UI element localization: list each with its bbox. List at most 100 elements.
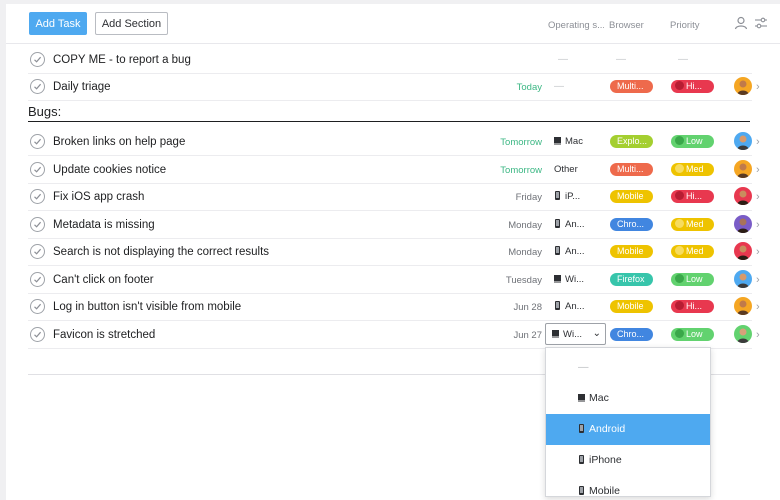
avatar[interactable] [734, 132, 752, 150]
os-value[interactable]: iP... [554, 191, 604, 202]
avatar[interactable] [734, 187, 752, 205]
task-name[interactable]: Update cookies notice [53, 164, 166, 176]
chevron-right-icon[interactable]: › [756, 164, 760, 176]
browser-pill[interactable]: Multi... [610, 163, 653, 176]
browser-pill[interactable]: Chro... [610, 328, 653, 341]
chevron-right-icon[interactable]: › [756, 329, 760, 341]
browser-pill[interactable]: Firefox [610, 273, 653, 286]
os-value[interactable]: Wi... [554, 274, 604, 285]
os-value[interactable]: An... [554, 219, 604, 230]
section-header[interactable]: Bugs: [28, 104, 750, 122]
complete-checkbox-icon[interactable] [30, 272, 45, 287]
task-row[interactable]: Broken links on help page Tomorrow Mac E… [28, 128, 760, 156]
task-name[interactable]: Metadata is missing [53, 219, 155, 231]
complete-checkbox-icon[interactable] [30, 52, 45, 67]
os-value[interactable]: An... [554, 246, 604, 257]
complete-checkbox-icon[interactable] [30, 134, 45, 149]
os-empty[interactable]: — [558, 54, 568, 65]
add-task-button[interactable]: Add Task [29, 12, 87, 35]
due-date[interactable]: Tomorrow [500, 165, 542, 176]
complete-checkbox-icon[interactable] [30, 79, 45, 94]
due-date[interactable]: Jun 28 [513, 302, 542, 313]
column-header-os[interactable]: Operating s... [548, 20, 604, 31]
browser-empty[interactable]: — [616, 54, 626, 65]
avatar[interactable] [734, 270, 752, 288]
chevron-right-icon[interactable]: › [756, 246, 760, 258]
task-name[interactable]: Search is not displaying the correct res… [53, 246, 269, 258]
complete-checkbox-icon[interactable] [30, 189, 45, 204]
due-date[interactable]: Monday [508, 220, 542, 231]
priority-pill[interactable]: Med [671, 163, 714, 176]
os-value[interactable]: An... [554, 301, 604, 312]
due-date[interactable]: Monday [508, 247, 542, 258]
task-row[interactable]: Search is not displaying the correct res… [28, 238, 760, 266]
chevron-right-icon[interactable]: › [756, 301, 760, 313]
task-name[interactable]: Favicon is stretched [53, 329, 155, 341]
task-name[interactable]: Can't click on footer [53, 274, 154, 286]
task-name[interactable]: COPY ME - to report a bug [53, 54, 191, 66]
priority-pill[interactable]: Low [671, 135, 714, 148]
column-header-browser[interactable]: Browser [609, 20, 644, 31]
avatar[interactable] [734, 325, 752, 343]
due-date[interactable]: Tomorrow [500, 137, 542, 148]
avatar[interactable] [734, 215, 752, 233]
due-date[interactable]: Today [517, 82, 542, 93]
dropdown-option-mobile[interactable]: Mobile [546, 476, 710, 496]
complete-checkbox-icon[interactable] [30, 217, 45, 232]
column-header-priority[interactable]: Priority [670, 20, 700, 31]
task-row[interactable]: Metadata is missing Monday An... Chro...… [28, 211, 760, 239]
chevron-right-icon[interactable]: › [756, 191, 760, 203]
assignee-icon[interactable] [734, 16, 748, 30]
dropdown-option-mac[interactable]: Mac [546, 383, 710, 414]
browser-pill[interactable]: Multi... [610, 80, 653, 93]
os-empty[interactable]: — [554, 81, 564, 92]
complete-checkbox-icon[interactable] [30, 299, 45, 314]
chevron-down-icon[interactable]: ⌄ [593, 328, 601, 339]
priority-pill[interactable]: Hi... [671, 80, 714, 93]
task-row[interactable]: Daily triage Today — Multi... Hi... › [28, 73, 760, 101]
priority-pill[interactable]: Hi... [671, 300, 714, 313]
add-section-button[interactable]: Add Section [95, 12, 168, 35]
complete-checkbox-icon[interactable] [30, 244, 45, 259]
task-name[interactable]: Log in button isn't visible from mobile [53, 301, 241, 313]
task-row[interactable]: Can't click on footer Tuesday Wi... Fire… [28, 266, 760, 294]
task-name[interactable]: Daily triage [53, 81, 111, 93]
avatar[interactable] [734, 242, 752, 260]
avatar[interactable] [734, 297, 752, 315]
avatar[interactable] [734, 77, 752, 95]
priority-pill[interactable]: Med [671, 245, 714, 258]
dropdown-option-none[interactable]: — [546, 352, 710, 383]
task-row[interactable]: Log in button isn't visible from mobile … [28, 293, 760, 321]
task-row[interactable]: Update cookies notice Tomorrow Other Mul… [28, 156, 760, 184]
priority-pill[interactable]: Med [671, 218, 714, 231]
dropdown-option-android[interactable]: Android [546, 414, 710, 445]
chevron-right-icon[interactable]: › [756, 81, 760, 93]
due-date[interactable]: Tuesday [506, 275, 542, 286]
due-date[interactable]: Jun 27 [513, 330, 542, 341]
task-name[interactable]: Broken links on help page [53, 136, 185, 148]
priority-pill[interactable]: Hi... [671, 190, 714, 203]
chevron-right-icon[interactable]: › [756, 274, 760, 286]
os-value[interactable]: Mac [554, 136, 604, 147]
browser-pill[interactable]: Mobile [610, 190, 653, 203]
os-value[interactable]: Other [554, 164, 604, 175]
priority-pill[interactable]: Low [671, 328, 714, 341]
complete-checkbox-icon[interactable] [30, 162, 45, 177]
task-row[interactable]: COPY ME - to report a bug — — — [28, 46, 752, 74]
browser-pill[interactable]: Mobile [610, 245, 653, 258]
task-row[interactable]: Fix iOS app crash Friday iP... Mobile Hi… [28, 183, 760, 211]
dropdown-option-iphone[interactable]: iPhone [546, 445, 710, 476]
chevron-right-icon[interactable]: › [756, 136, 760, 148]
browser-pill[interactable]: Chro... [610, 218, 653, 231]
task-row[interactable]: Favicon is stretched Jun 27 Chro... Low … [28, 321, 760, 349]
avatar[interactable] [734, 160, 752, 178]
task-name[interactable]: Fix iOS app crash [53, 191, 144, 203]
sliders-icon[interactable] [754, 16, 768, 30]
due-date[interactable]: Friday [516, 192, 542, 203]
browser-pill[interactable]: Explo... [610, 135, 653, 148]
os-select[interactable]: Wi... ⌄ [545, 323, 606, 345]
chevron-right-icon[interactable]: › [756, 219, 760, 231]
complete-checkbox-icon[interactable] [30, 327, 45, 342]
browser-pill[interactable]: Mobile [610, 300, 653, 313]
priority-empty[interactable]: — [678, 54, 688, 65]
